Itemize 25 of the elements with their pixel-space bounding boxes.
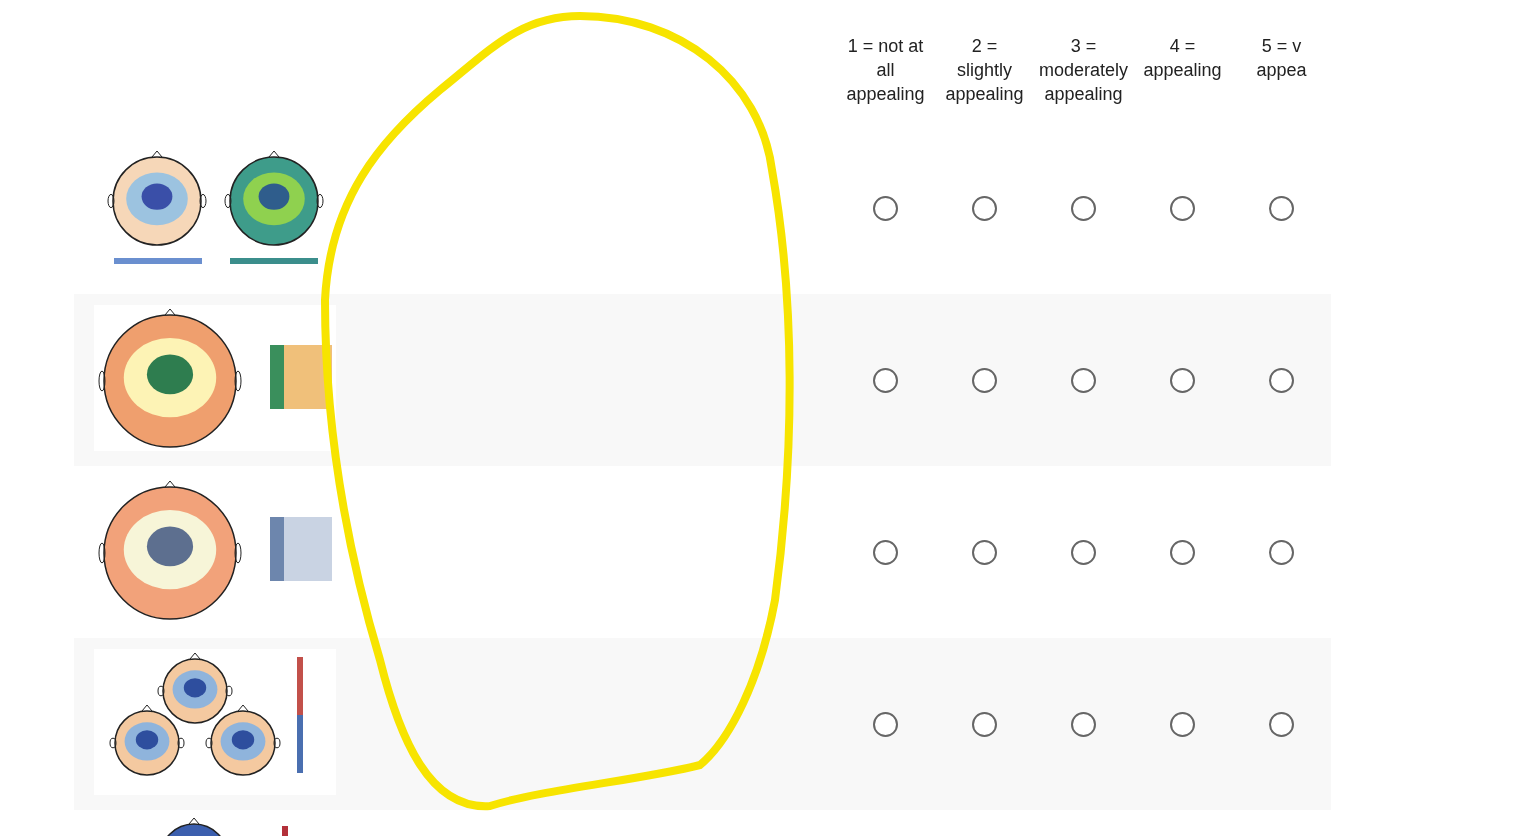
radio-button[interactable]	[873, 539, 898, 565]
radio-button[interactable]	[972, 195, 997, 221]
scale-label: 3 = moderately appealing	[1037, 35, 1129, 106]
radio-button[interactable]	[1269, 711, 1294, 737]
scale-label: 4 = appealing	[1142, 35, 1223, 82]
radio-button[interactable]	[1170, 195, 1195, 221]
radio-button[interactable]	[1071, 539, 1096, 565]
scale-label: 1 = not at all appealing	[845, 35, 926, 106]
radio-button[interactable]	[873, 711, 898, 737]
radio-button[interactable]	[873, 367, 898, 393]
radio-button[interactable]	[873, 195, 898, 221]
radio-button[interactable]	[1071, 367, 1096, 393]
scale-label: 2 = slightly appealing	[944, 35, 1025, 106]
radio-button[interactable]	[1170, 539, 1195, 565]
radio-button[interactable]	[972, 367, 997, 393]
radio-button[interactable]	[1269, 539, 1294, 565]
radio-button[interactable]	[1269, 195, 1294, 221]
radio-button[interactable]	[1071, 711, 1096, 737]
radio-button[interactable]	[972, 711, 997, 737]
radio-button[interactable]	[1170, 367, 1195, 393]
radio-button[interactable]	[1071, 195, 1096, 221]
radio-button[interactable]	[972, 539, 997, 565]
scale-label: 5 = v appea	[1255, 35, 1308, 82]
radio-button[interactable]	[1170, 711, 1195, 737]
radio-button[interactable]	[1269, 367, 1294, 393]
